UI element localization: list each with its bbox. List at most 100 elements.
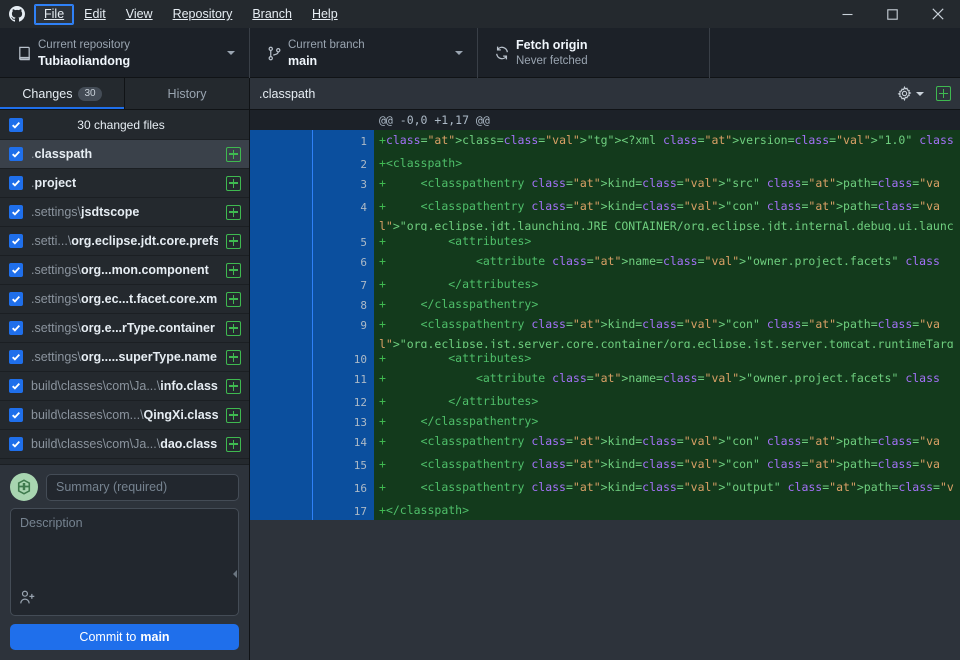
file-checkbox[interactable] bbox=[9, 437, 23, 451]
menu-file[interactable]: File bbox=[34, 3, 75, 25]
file-list-item[interactable]: .settings\org.....superType.name bbox=[0, 343, 249, 372]
diff-gutter-old-line[interactable] bbox=[250, 431, 312, 454]
file-checkbox[interactable] bbox=[9, 147, 23, 161]
diff-gutter-old-line[interactable] bbox=[250, 196, 312, 231]
diff-gutter-new-line[interactable]: 15 bbox=[312, 454, 374, 477]
diff-gutter-old-line[interactable] bbox=[250, 368, 312, 391]
file-checkbox[interactable] bbox=[9, 408, 23, 422]
expand-diff-button[interactable] bbox=[936, 86, 951, 101]
tab-changes[interactable]: Changes 30 bbox=[0, 78, 125, 109]
menu-edit-label: Edit bbox=[84, 7, 106, 21]
file-checkbox[interactable] bbox=[9, 292, 23, 306]
diff-gutter-new-line[interactable]: 7 bbox=[312, 273, 374, 294]
diff-gutter-new-line[interactable]: 12 bbox=[312, 391, 374, 411]
diff-line-row[interactable]: 14 + <classpathentry class="at">kind=clas… bbox=[250, 431, 960, 454]
diff-gutter-old-line[interactable] bbox=[250, 348, 312, 368]
fetch-origin-button[interactable]: Fetch origin Never fetched bbox=[478, 28, 710, 78]
diff-gutter-new-line[interactable]: 4 bbox=[312, 196, 374, 231]
diff-line-row[interactable]: 12 + </attributes> bbox=[250, 391, 960, 411]
file-list-item[interactable]: build\classes\com\Ja...\info.class bbox=[0, 372, 249, 401]
repository-selector[interactable]: Current repository Tubiaoliandong bbox=[0, 28, 250, 78]
file-checkbox[interactable] bbox=[9, 234, 23, 248]
maximize-icon[interactable] bbox=[870, 0, 915, 28]
diff-line-row[interactable]: 3 + <classpathentry class="at">kind=class… bbox=[250, 173, 960, 196]
diff-gutter-new-line[interactable]: 2 bbox=[312, 153, 374, 173]
diff-gutter-old-line[interactable] bbox=[250, 500, 312, 520]
diff-line-row[interactable]: 4 + <classpathentry class="at">kind=class… bbox=[250, 196, 960, 231]
diff-content[interactable]: @@ -0,0 +1,17 @@ 1 +class="at">class=clas… bbox=[250, 110, 960, 660]
diff-line-row[interactable]: 9 + <classpathentry class="at">kind=class… bbox=[250, 313, 960, 348]
diff-gutter-old-line[interactable] bbox=[250, 454, 312, 477]
diff-line-text: + </classpathentry> bbox=[374, 411, 960, 431]
menu-help[interactable]: Help bbox=[302, 4, 348, 25]
file-checkbox[interactable] bbox=[9, 379, 23, 393]
diff-gutter-new-line[interactable]: 16 bbox=[312, 477, 374, 500]
diff-gutter-new-line[interactable]: 11 bbox=[312, 368, 374, 391]
diff-gutter-old-line[interactable] bbox=[250, 293, 312, 314]
diff-line-row[interactable]: 13 + </classpathentry> bbox=[250, 411, 960, 431]
file-list-item[interactable]: .settings\jsdtscope bbox=[0, 198, 249, 227]
diff-gutter-new-line[interactable]: 9 bbox=[312, 313, 374, 348]
menu-branch[interactable]: Branch bbox=[242, 4, 302, 25]
diff-gutter-old-line[interactable] bbox=[250, 130, 312, 153]
diff-line-row[interactable]: 2 +<classpath> bbox=[250, 153, 960, 173]
diff-gutter-new-line[interactable]: 10 bbox=[312, 348, 374, 368]
description-input[interactable]: Description bbox=[10, 508, 239, 616]
file-checkbox[interactable] bbox=[9, 263, 23, 277]
menu-repository[interactable]: Repository bbox=[163, 4, 243, 25]
file-list-item[interactable]: .setti...\org.eclipse.jdt.core.prefs bbox=[0, 227, 249, 256]
menu-edit[interactable]: Edit bbox=[74, 4, 116, 25]
file-checkbox[interactable] bbox=[9, 176, 23, 190]
close-icon[interactable] bbox=[915, 0, 960, 28]
diff-gutter-old-line[interactable] bbox=[250, 273, 312, 294]
file-list-item[interactable]: build\classes\com...\QingXi.class bbox=[0, 401, 249, 430]
diff-gutter-new-line[interactable]: 8 bbox=[312, 293, 374, 314]
changed-files-list[interactable]: .classpath .project .settings\jsdtscope .se… bbox=[0, 140, 249, 464]
diff-line-row[interactable]: 8 + </classpathentry> bbox=[250, 293, 960, 314]
file-list-item[interactable]: build\classes\com\Ja...\dao.class bbox=[0, 430, 249, 459]
add-coauthor-icon[interactable] bbox=[19, 589, 36, 609]
diff-gutter-new-line[interactable]: 6 bbox=[312, 250, 374, 274]
diff-line-row[interactable]: 6 + <attribute class="at">name=class="val… bbox=[250, 250, 960, 274]
diff-gutter-old-line[interactable] bbox=[250, 411, 312, 431]
diff-line-row[interactable]: 15 + <classpathentry class="at">kind=clas… bbox=[250, 454, 960, 477]
file-checkbox[interactable] bbox=[9, 321, 23, 335]
tab-history[interactable]: History bbox=[125, 78, 249, 109]
file-checkbox[interactable] bbox=[9, 350, 23, 364]
diff-line-row[interactable]: 17 +</classpath> bbox=[250, 500, 960, 520]
file-list-item[interactable]: .settings\org...mon.component bbox=[0, 256, 249, 285]
diff-line-row[interactable]: 1 +class="at">class=class="val">"tg"><?xm… bbox=[250, 130, 960, 153]
file-list-item[interactable]: .settings\org.ec...t.facet.core.xml bbox=[0, 285, 249, 314]
file-list-item[interactable]: .settings\org.e...rType.container bbox=[0, 314, 249, 343]
menu-view[interactable]: View bbox=[116, 4, 163, 25]
diff-gutter-new-line[interactable]: 1 bbox=[312, 130, 374, 153]
diff-line-row[interactable]: 7 + </attributes> bbox=[250, 273, 960, 294]
diff-line-row[interactable]: 5 + <attributes> bbox=[250, 230, 960, 251]
file-list-item[interactable]: .classpath bbox=[0, 140, 249, 169]
diff-gutter-old-line[interactable] bbox=[250, 230, 312, 251]
diff-gutter-new-line[interactable]: 3 bbox=[312, 173, 374, 196]
diff-line-row[interactable]: 10 + <attributes> bbox=[250, 348, 960, 368]
summary-input[interactable]: Summary (required) bbox=[46, 473, 239, 501]
minimize-icon[interactable] bbox=[825, 0, 870, 28]
diff-gutter-old-line[interactable] bbox=[250, 313, 312, 348]
diff-gutter-new-line[interactable]: 13 bbox=[312, 411, 374, 431]
hunk-gutter-old bbox=[250, 110, 312, 130]
diff-gutter-old-line[interactable] bbox=[250, 173, 312, 196]
branch-selector[interactable]: Current branch main bbox=[250, 28, 478, 78]
file-checkbox[interactable] bbox=[9, 205, 23, 219]
diff-gutter-old-line[interactable] bbox=[250, 391, 312, 411]
diff-gutter-new-line[interactable]: 17 bbox=[312, 500, 374, 520]
diff-gutter-old-line[interactable] bbox=[250, 153, 312, 173]
diff-gutter-new-line[interactable]: 14 bbox=[312, 431, 374, 454]
diff-gutter-old-line[interactable] bbox=[250, 250, 312, 274]
diff-settings-button[interactable] bbox=[897, 86, 924, 101]
diff-line-row[interactable]: 16 + <classpathentry class="at">kind=clas… bbox=[250, 477, 960, 500]
diff-line-row[interactable]: 11 + <attribute class="at">name=class="va… bbox=[250, 368, 960, 391]
select-all-checkbox[interactable] bbox=[9, 117, 23, 132]
commit-button[interactable]: Commit to main bbox=[10, 624, 239, 650]
file-list-item[interactable]: .project bbox=[0, 169, 249, 198]
diff-gutter-old-line[interactable] bbox=[250, 477, 312, 500]
diff-gutter-new-line[interactable]: 5 bbox=[312, 230, 374, 251]
diff-filename: .classpath bbox=[259, 86, 316, 101]
